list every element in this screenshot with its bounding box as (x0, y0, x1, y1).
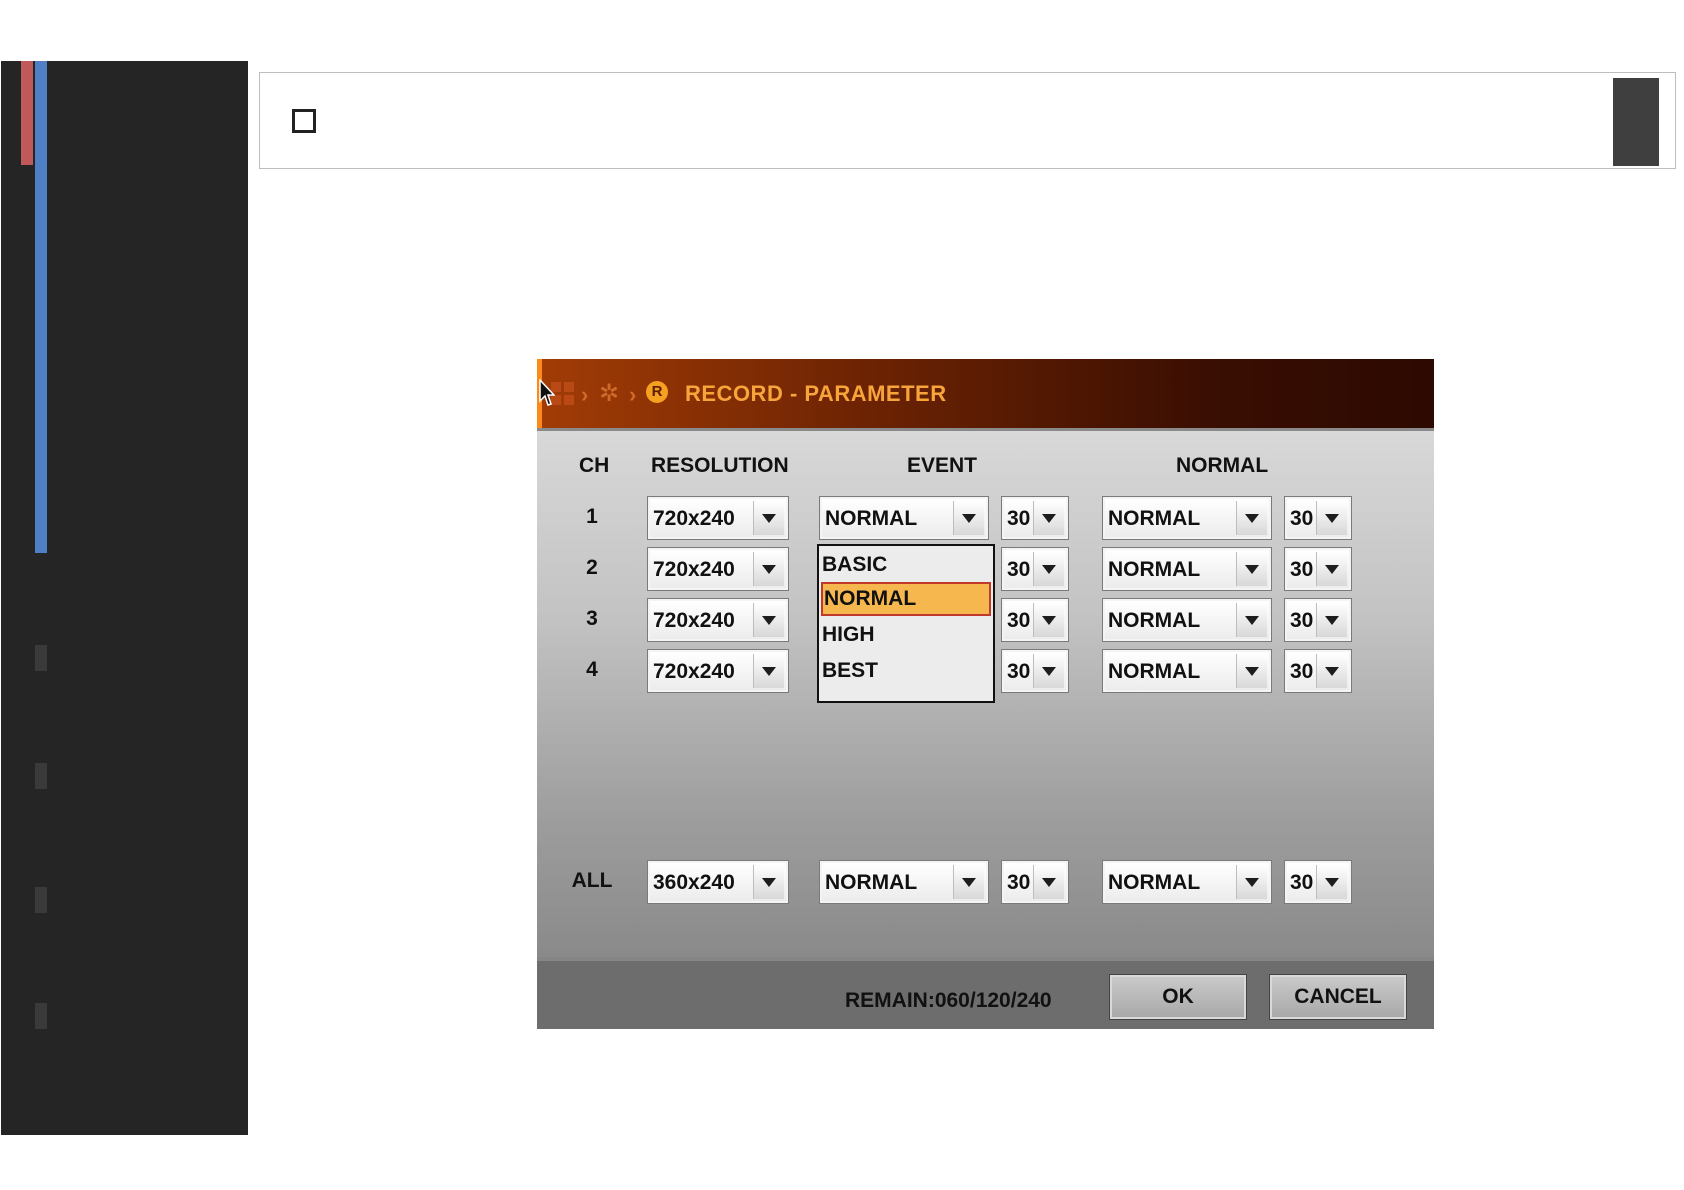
top-bar (259, 72, 1676, 169)
side-marker (35, 1003, 47, 1029)
chevron-down-icon[interactable] (1316, 552, 1347, 586)
chevron-down-icon[interactable] (1033, 654, 1064, 688)
normal-fps-select[interactable]: 30 (1284, 547, 1352, 591)
chevron-down-icon[interactable] (1236, 603, 1267, 637)
column-header-ch: CH (579, 454, 610, 477)
left-panel (1, 61, 248, 1135)
chevron-down-icon[interactable] (1033, 501, 1064, 535)
chevron-down-icon[interactable] (1236, 552, 1267, 586)
normal-fps-select[interactable]: 30 (1284, 649, 1352, 693)
normal-quality-select[interactable]: NORMAL (1102, 547, 1272, 591)
channel-number: 2 (586, 556, 598, 579)
normal-fps-select[interactable]: 30 (1284, 598, 1352, 642)
dialog-footer: REMAIN:060/120/240 OK CANCEL (537, 957, 1434, 1029)
channel-number: 3 (586, 607, 598, 630)
side-marker (35, 763, 47, 789)
chevron-down-icon[interactable] (1033, 552, 1064, 586)
event-fps-select[interactable]: 30 (1001, 649, 1069, 693)
event-fps-select[interactable]: 30 (1001, 598, 1069, 642)
all-normal-quality-select[interactable]: NORMAL (1102, 860, 1272, 904)
all-event-fps-select[interactable]: 30 (1001, 860, 1069, 904)
dropdown-option-normal[interactable]: NORMAL (821, 582, 991, 616)
chevron-down-icon[interactable] (753, 654, 784, 688)
column-header-normal: NORMAL (1176, 454, 1269, 477)
chevron-down-icon[interactable] (1033, 865, 1064, 899)
chevron-down-icon[interactable] (1316, 603, 1347, 637)
blue-accent-bar (35, 61, 47, 553)
chevron-down-icon[interactable] (1236, 654, 1267, 688)
chevron-down-icon[interactable] (1236, 865, 1267, 899)
chevron-down-icon[interactable] (1316, 865, 1347, 899)
normal-quality-select[interactable]: NORMAL (1102, 496, 1272, 540)
column-header-event: EVENT (907, 454, 978, 477)
channel-number: 1 (586, 505, 598, 528)
chevron-down-icon[interactable] (1316, 501, 1347, 535)
resolution-select[interactable]: 720x240 (647, 547, 789, 591)
chevron-down-icon[interactable] (753, 552, 784, 586)
all-resolution-select[interactable]: 360x240 (647, 860, 789, 904)
dropdown-option-basic[interactable]: BASIC (821, 548, 991, 582)
event-quality-select[interactable]: NORMAL (819, 496, 989, 540)
dropdown-option-high[interactable]: HIGH (821, 618, 991, 652)
cancel-button[interactable]: CANCEL (1269, 974, 1407, 1020)
top-bar-block (1613, 78, 1659, 166)
chevron-down-icon[interactable] (753, 603, 784, 637)
event-fps-select[interactable]: 30 (1001, 547, 1069, 591)
gear-icon[interactable]: ✲ (599, 379, 619, 408)
normal-fps-select[interactable]: 30 (1284, 496, 1352, 540)
chevron-right-icon: › (629, 382, 637, 407)
chevron-down-icon[interactable] (953, 501, 984, 535)
chevron-down-icon[interactable] (753, 865, 784, 899)
chevron-down-icon[interactable] (1236, 501, 1267, 535)
record-parameter-dialog: › ✲ › R RECORD - PARAMETER CH RESOLUTION… (537, 359, 1434, 1029)
normal-quality-select[interactable]: NORMAL (1102, 598, 1272, 642)
chevron-down-icon[interactable] (953, 865, 984, 899)
dialog-header: › ✲ › R RECORD - PARAMETER (537, 359, 1434, 428)
all-row-label: ALL (571, 869, 613, 892)
event-fps-select[interactable]: 30 (1001, 496, 1069, 540)
mouse-cursor-icon (539, 379, 555, 406)
resolution-select[interactable]: 720x240 (647, 649, 789, 693)
resolution-select[interactable]: 720x240 (647, 496, 789, 540)
side-marker (35, 645, 47, 671)
remain-status: REMAIN:060/120/240 (845, 989, 1052, 1012)
column-header-resolution: RESOLUTION (651, 454, 789, 477)
resolution-select[interactable]: 720x240 (647, 598, 789, 642)
red-accent-bar (21, 61, 33, 165)
all-normal-fps-select[interactable]: 30 (1284, 860, 1352, 904)
dropdown-option-best[interactable]: BEST (821, 654, 991, 688)
chevron-down-icon[interactable] (1316, 654, 1347, 688)
chevron-right-icon: › (581, 382, 589, 407)
chevron-down-icon[interactable] (1033, 603, 1064, 637)
normal-quality-select[interactable]: NORMAL (1102, 649, 1272, 693)
all-event-quality-select[interactable]: NORMAL (819, 860, 989, 904)
channel-number: 4 (586, 658, 598, 681)
dialog-title: RECORD - PARAMETER (685, 381, 947, 406)
chevron-down-icon[interactable] (753, 501, 784, 535)
ok-button[interactable]: OK (1109, 974, 1247, 1020)
event-quality-dropdown-list: BASIC NORMAL HIGH BEST (817, 544, 995, 703)
side-marker (35, 887, 47, 913)
checkbox[interactable] (292, 109, 316, 133)
record-icon: R (646, 381, 668, 403)
